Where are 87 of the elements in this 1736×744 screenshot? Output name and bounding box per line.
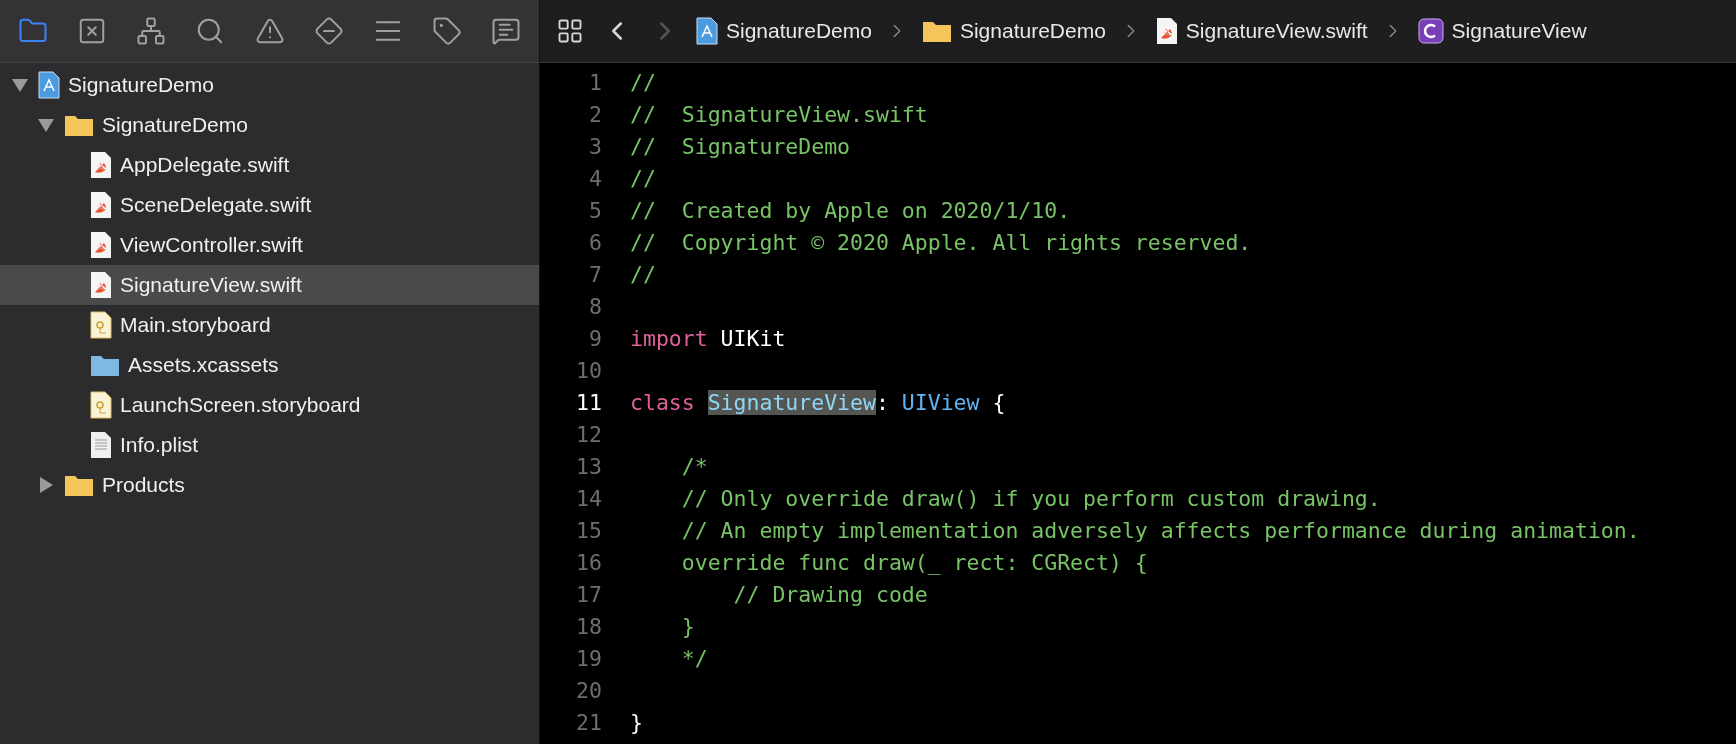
- line-number: 6: [588, 229, 603, 255]
- file-tree-item[interactable]: Products: [0, 465, 539, 505]
- file-name: SceneDelegate.swift: [120, 193, 312, 217]
- warning-icon: [254, 16, 285, 46]
- line-number: 16: [575, 549, 603, 575]
- line-number: 14: [575, 485, 603, 511]
- swift-file-icon: [1155, 17, 1178, 45]
- code-line: class SignatureView: UIView {: [630, 389, 1006, 415]
- code-line: override func draw(_ rect: CGRect) {: [680, 549, 1148, 575]
- project-file-icon: [38, 71, 60, 99]
- file-name: LaunchScreen.storyboard: [120, 393, 361, 417]
- file-name: Info.plist: [120, 433, 199, 457]
- storyboard-file-icon: [90, 311, 112, 339]
- disclosure-triangle-icon[interactable]: [36, 116, 56, 134]
- line-number: 11: [575, 389, 603, 415]
- swift-file-icon: [90, 151, 112, 179]
- file-tree-item[interactable]: AppDelegate.swift: [0, 145, 539, 185]
- asset-folder-icon: [90, 353, 120, 377]
- line-number: 3: [588, 133, 603, 159]
- plist-file-icon: [90, 431, 112, 459]
- file-name: AppDelegate.swift: [120, 153, 290, 177]
- line-number: 21: [575, 709, 603, 735]
- tag-icon: [431, 16, 462, 46]
- storyboard-file-icon: [90, 391, 112, 419]
- code-line: */: [680, 645, 708, 671]
- code-line: //: [630, 261, 656, 287]
- line-number: 1: [588, 69, 603, 95]
- folder-icon: [921, 19, 952, 43]
- line-number: 18: [575, 613, 603, 639]
- breadcrumb-item[interactable]: SignatureView: [1417, 18, 1587, 44]
- file-name: Main.storyboard: [120, 313, 271, 337]
- line-number: 20: [575, 677, 603, 703]
- hierarchy-icon: [136, 16, 167, 46]
- file-tree-item[interactable]: SceneDelegate.swift: [0, 185, 539, 225]
- breadcrumb-item[interactable]: SignatureDemo: [696, 17, 872, 45]
- line-number: 7: [588, 261, 603, 287]
- code-line: }: [680, 613, 695, 639]
- code-line: // SignatureView.swift: [630, 101, 928, 127]
- file-name: SignatureView.swift: [120, 273, 302, 297]
- file-tree-item[interactable]: SignatureDemo: [0, 105, 539, 145]
- line-number: 10: [575, 357, 603, 383]
- file-tree-item[interactable]: Info.plist: [0, 425, 539, 465]
- file-name: SignatureDemo: [102, 113, 248, 137]
- code-line: // Drawing code: [732, 581, 928, 607]
- diamond-icon: [313, 16, 344, 46]
- class-icon: [1417, 18, 1444, 44]
- line-number: 13: [575, 453, 603, 479]
- code-line: //: [630, 69, 656, 95]
- line-number: 19: [575, 645, 603, 671]
- line-number: 2: [588, 101, 603, 127]
- project-file-icon: [696, 17, 718, 45]
- code-line: // Copyright © 2020 Apple. All rights reserved.: [630, 229, 1252, 255]
- line-number: 9: [588, 325, 603, 351]
- swift-file-icon: [90, 191, 112, 219]
- line-number: 8: [588, 293, 603, 319]
- code-line: // Created by Apple on 2020/1/10.: [630, 197, 1071, 223]
- line-number: 4: [588, 165, 603, 191]
- line-number: 5: [588, 197, 603, 223]
- file-tree-item[interactable]: SignatureView.swift: [0, 265, 539, 305]
- file-name: ViewController.swift: [120, 233, 303, 257]
- file-tree-item[interactable]: ViewController.swift: [0, 225, 539, 265]
- file-name: Products: [102, 473, 185, 497]
- folder-icon: [64, 113, 94, 137]
- swift-file-icon: [90, 271, 112, 299]
- message-icon: [491, 16, 521, 46]
- code-line: }: [630, 709, 643, 735]
- line-number: 15: [575, 517, 603, 543]
- file-tree-item[interactable]: SignatureDemo: [0, 65, 539, 105]
- file-name: SignatureDemo: [68, 73, 214, 97]
- file-tree-item[interactable]: Assets.xcassets: [0, 345, 539, 385]
- line-number: 12: [575, 421, 603, 447]
- folder-icon: [64, 473, 94, 497]
- code-line: // SignatureDemo: [630, 133, 851, 159]
- file-tree-item[interactable]: Main.storyboard: [0, 305, 539, 345]
- line-number: 17: [575, 581, 603, 607]
- code-line: // Only override draw() if you perform custom drawing.: [680, 485, 1381, 511]
- code-line: //: [630, 165, 656, 191]
- disclosure-triangle-icon[interactable]: [10, 76, 30, 94]
- code-line: // An empty implementation adversely affects performance during animation.: [680, 517, 1640, 543]
- swift-file-icon: [90, 231, 112, 259]
- file-tree-item[interactable]: LaunchScreen.storyboard: [0, 385, 539, 425]
- code-line: import UIKit: [630, 325, 786, 351]
- code-line: /*: [680, 453, 708, 479]
- breadcrumb-item[interactable]: SignatureView.swift: [1155, 17, 1368, 45]
- breadcrumb-item[interactable]: SignatureDemo: [921, 19, 1106, 43]
- file-name: Assets.xcassets: [128, 353, 279, 377]
- grid-icon: [556, 17, 584, 45]
